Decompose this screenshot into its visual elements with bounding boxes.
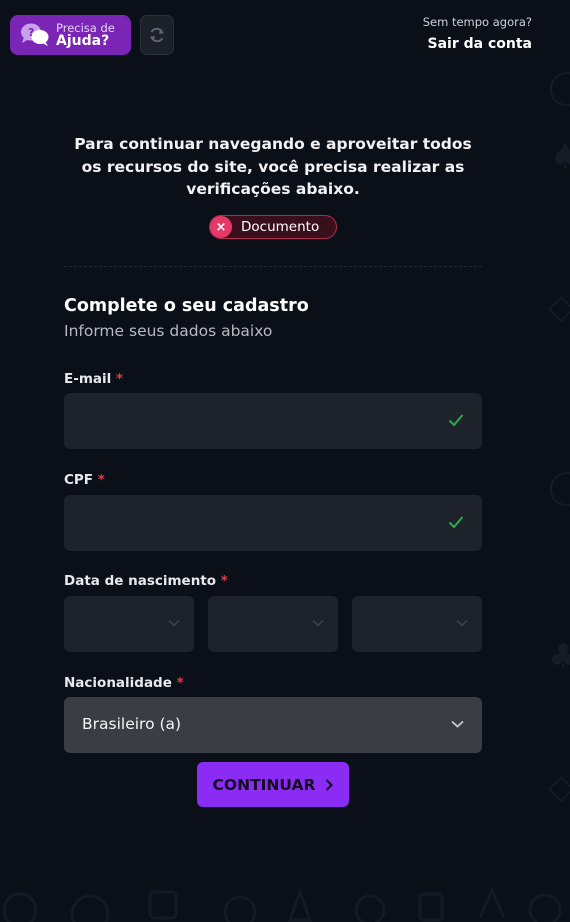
help-button-caption: Precisa de — [56, 20, 115, 35]
nationality-label-text: Nacionalidade — [64, 675, 172, 691]
form-title: Complete o seu cadastro — [64, 296, 309, 316]
background-decoration: ◇ — [548, 767, 570, 807]
required-mark: * — [220, 573, 228, 589]
chevron-right-icon — [326, 778, 334, 791]
cpf-label: CPF * — [64, 472, 105, 488]
chat-question-icon: ? — [20, 22, 50, 48]
section-divider — [64, 266, 482, 267]
birth-date-label: Data de nascimento * — [64, 573, 228, 589]
email-field[interactable] — [64, 393, 482, 449]
background-decoration: ◇ — [548, 287, 570, 327]
birth-day-select[interactable] — [64, 596, 194, 652]
refresh-icon — [150, 27, 164, 43]
required-mark: * — [176, 675, 184, 691]
background-decoration: ♣ — [548, 637, 570, 677]
document-badge-label: Documento — [241, 219, 320, 235]
continue-button-label: CONTINUAR — [212, 775, 316, 794]
no-time-text: Sem tempo agora? — [422, 15, 532, 29]
nationality-value: Brasileiro (a) — [82, 715, 182, 733]
verification-message: Para continuar navegando e aproveitar to… — [74, 135, 472, 198]
chevron-down-icon — [168, 619, 180, 627]
cpf-label-text: CPF — [64, 472, 94, 488]
check-icon — [448, 516, 464, 529]
background-decoration: ◯ — [548, 67, 570, 107]
chevron-down-icon — [456, 619, 468, 627]
background-decoration: ◯ — [548, 467, 570, 507]
document-status-badge: × Documento — [209, 215, 337, 239]
background-pattern-strip — [0, 880, 570, 922]
cpf-field[interactable] — [64, 495, 482, 551]
help-button[interactable]: ? Precisa de Ajuda? — [10, 15, 131, 55]
nationality-label: Nacionalidade * — [64, 675, 184, 691]
chevron-down-icon — [451, 720, 464, 728]
email-label: E-mail * — [64, 371, 123, 387]
svg-text:?: ? — [28, 26, 34, 39]
continue-button[interactable]: CONTINUAR — [197, 762, 349, 807]
required-mark: * — [97, 472, 105, 488]
check-icon — [448, 414, 464, 427]
email-label-text: E-mail — [64, 371, 112, 387]
background-decoration: ♠ — [550, 137, 570, 177]
required-mark: * — [115, 371, 124, 387]
header-account-area: Sem tempo agora? Sair da conta — [423, 15, 532, 52]
birth-year-select[interactable] — [352, 596, 482, 652]
logout-link[interactable]: Sair da conta — [423, 36, 532, 52]
birth-month-select[interactable] — [208, 596, 338, 652]
verification-page: ◯ ♠ ◇ ◯ ♣ ◇ ? Precisa de Ajuda? Sem temp… — [0, 0, 570, 922]
birth-date-label-text: Data de nascimento — [64, 573, 217, 589]
refresh-button[interactable] — [140, 15, 174, 55]
help-button-label: Ajuda? — [56, 32, 110, 49]
error-x-icon: × — [210, 216, 232, 238]
form-subtitle: Informe seus dados abaixo — [64, 322, 273, 340]
nationality-select[interactable]: Brasileiro (a) — [64, 697, 482, 753]
chevron-down-icon — [312, 619, 324, 627]
